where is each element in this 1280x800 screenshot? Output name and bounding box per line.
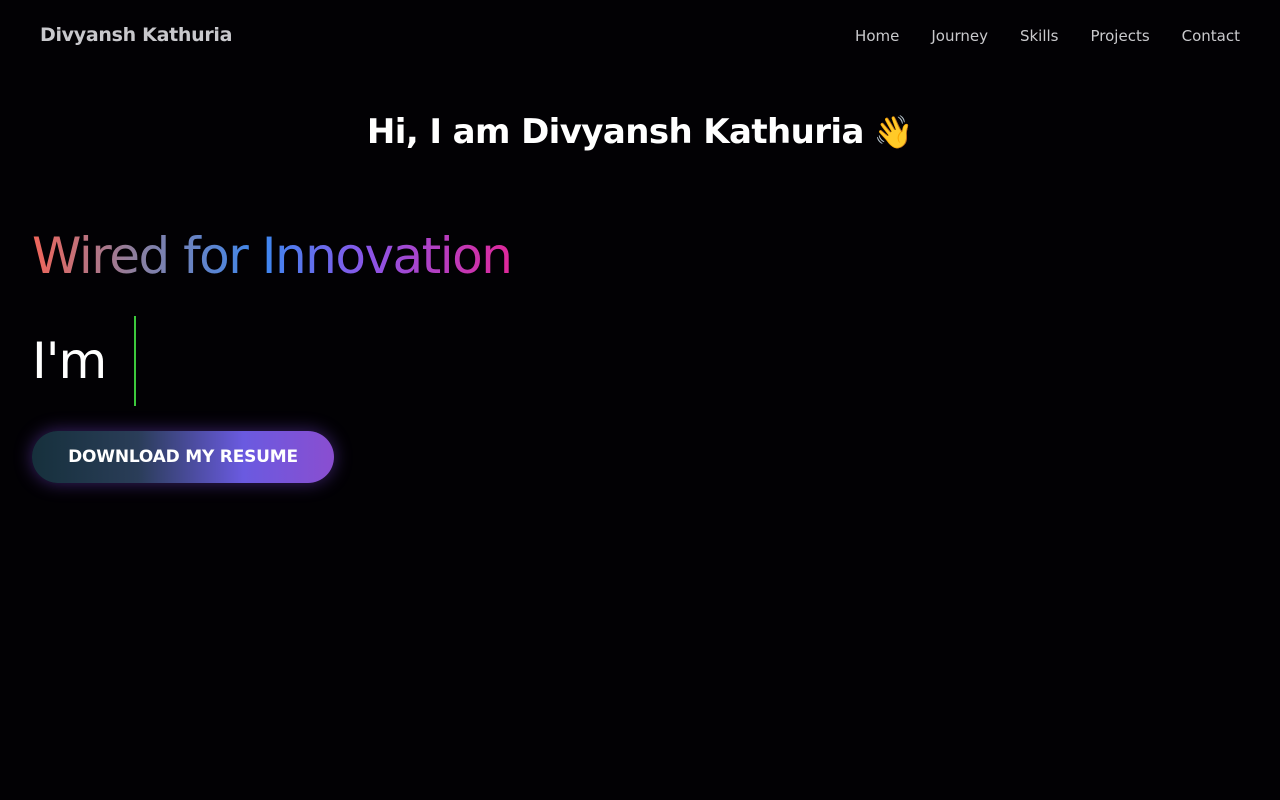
download-resume-button[interactable]: DOWNLOAD MY RESUME: [32, 431, 334, 483]
site-brand[interactable]: Divyansh Kathuria: [40, 24, 232, 46]
typing-cursor: [134, 316, 137, 406]
typing-line: I'm: [32, 316, 422, 406]
greeting-text: Hi, I am Divyansh Kathuria: [366, 112, 865, 152]
page: Divyansh Kathuria Home Journey Skills Pr…: [0, 0, 1280, 800]
nav-link-skills[interactable]: Skills: [1020, 27, 1059, 45]
hero-tagline: Wired for Innovation: [32, 224, 513, 288]
nav-link-projects[interactable]: Projects: [1091, 27, 1150, 45]
nav-link-contact[interactable]: Contact: [1182, 27, 1240, 45]
main-nav: Home Journey Skills Projects Contact: [855, 27, 1240, 45]
nav-link-home[interactable]: Home: [855, 27, 899, 45]
hero-greeting: Hi, I am Divyansh Kathuria 👋: [0, 110, 1280, 154]
typing-prefix: I'm: [32, 332, 107, 390]
nav-link-journey[interactable]: Journey: [931, 27, 988, 45]
waving-hand-icon: 👋: [873, 113, 914, 151]
